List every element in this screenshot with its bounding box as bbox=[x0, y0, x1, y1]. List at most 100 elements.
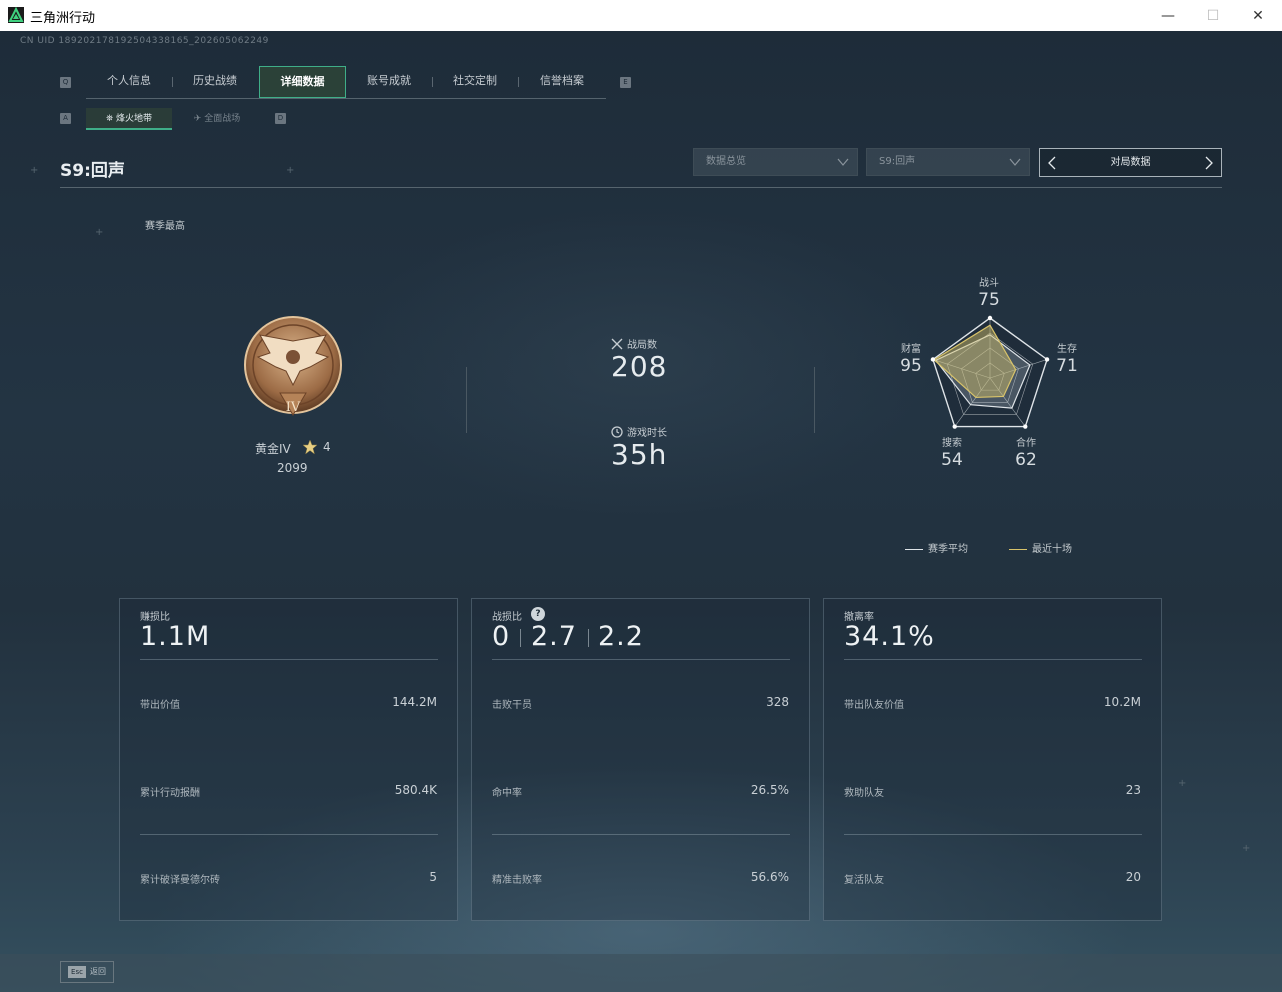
radar-value-search: 54 bbox=[941, 450, 963, 470]
row-value: 5 bbox=[429, 870, 437, 884]
tab-history[interactable]: 历史战绩 bbox=[172, 66, 258, 98]
legend-recent: 最近十场 bbox=[1009, 540, 1072, 555]
minimize-button[interactable]: — bbox=[1145, 0, 1191, 31]
card-divider bbox=[844, 659, 1142, 660]
user-uid: CN UID 189202178192504338165_20260506224… bbox=[20, 36, 269, 46]
card-divider bbox=[140, 659, 438, 660]
kd-card: 战损比 ? 0 2.7 2.2 击败干员 328 命中率 26.5% 精准击败率… bbox=[471, 598, 810, 921]
matches-value: 208 bbox=[611, 350, 668, 383]
radar-value-wealth: 95 bbox=[900, 356, 922, 376]
card-divider bbox=[140, 834, 438, 835]
match-data-button[interactable]: 对局数据 bbox=[1039, 148, 1222, 177]
radar-label-teamwork: 合作 bbox=[1016, 438, 1036, 449]
tab-social[interactable]: 社交定制 bbox=[432, 66, 518, 98]
tab-next-key[interactable]: E bbox=[620, 77, 631, 88]
back-button[interactable]: Esc 返回 bbox=[60, 961, 114, 983]
radar-vertex-dot bbox=[952, 424, 957, 429]
dropdown-value: 数据总览 bbox=[706, 156, 746, 167]
radar-label-wealth: 财富 bbox=[901, 344, 921, 355]
bottom-bar: Esc 返回 bbox=[0, 954, 1282, 992]
subtab-prev-key[interactable]: A bbox=[60, 113, 71, 124]
subtab-extraction[interactable]: ⛯ 烽火地带 bbox=[86, 108, 172, 130]
row-label: 带出队友价值 bbox=[844, 700, 904, 711]
help-icon[interactable]: ? bbox=[531, 607, 545, 621]
close-button[interactable]: ✕ bbox=[1235, 0, 1281, 31]
row-value: 26.5% bbox=[750, 783, 789, 797]
tab-reputation[interactable]: 信誉档案 bbox=[518, 66, 606, 98]
crossed-swords-icon bbox=[611, 338, 623, 350]
decor-cross: + bbox=[30, 165, 39, 176]
esc-key: Esc bbox=[68, 966, 86, 978]
tab-personal-info[interactable]: 个人信息 bbox=[86, 66, 172, 98]
row-value: 10.2M bbox=[1103, 695, 1141, 709]
window-title: 三角洲行动 bbox=[30, 11, 96, 26]
rank-badge-icon: IV bbox=[244, 316, 342, 416]
radar-value-teamwork: 62 bbox=[1015, 450, 1037, 470]
card-big-value: 1.1M bbox=[140, 621, 211, 652]
subtab-label: 烽火地带 bbox=[116, 114, 153, 124]
row-value: 56.6% bbox=[750, 870, 789, 884]
clock-icon bbox=[611, 426, 623, 438]
star-icon bbox=[302, 439, 318, 455]
radar-vertex-dot bbox=[1023, 424, 1028, 429]
main-tabs: 个人信息 历史战绩 详细数据 账号成就 社交定制 信誉档案 bbox=[86, 66, 606, 99]
divider bbox=[466, 367, 467, 433]
subtab-warfare[interactable]: ✈ 全面战场 bbox=[174, 108, 260, 130]
radar-chart bbox=[930, 315, 1050, 429]
tab-prev-key[interactable]: Q bbox=[60, 77, 71, 88]
chevron-right-icon[interactable] bbox=[1203, 156, 1215, 170]
value-separator bbox=[520, 629, 521, 647]
background-decoration bbox=[28, 45, 50, 91]
radar-vertex-dot bbox=[987, 315, 993, 321]
subtab-label: 全面战场 bbox=[204, 114, 241, 124]
row-label: 累计破译曼德尔砖 bbox=[140, 875, 220, 886]
kd-value-2: 2.7 bbox=[531, 621, 577, 652]
extraction-icon: ⛯ bbox=[105, 114, 117, 124]
rank-star-count: 4 bbox=[323, 440, 331, 454]
tab-detailed-data[interactable]: 详细数据 bbox=[259, 66, 346, 98]
radar-value-combat: 75 bbox=[978, 290, 1000, 310]
radar-vertex-dot bbox=[930, 357, 936, 362]
legend-label: 赛季平均 bbox=[928, 544, 968, 555]
svg-text:IV: IV bbox=[286, 400, 301, 415]
profit-card: 赚损比 1.1M 带出价值 144.2M 累计行动报酬 580.4K 累计破译曼… bbox=[119, 598, 458, 921]
app-logo-icon bbox=[8, 7, 24, 23]
window-titlebar: 三角洲行动 — ☐ ✕ bbox=[0, 0, 1282, 32]
subtab-next-key[interactable]: D bbox=[275, 113, 286, 124]
season-title: S9:回声 bbox=[60, 161, 125, 181]
legend-line bbox=[905, 548, 923, 550]
playtime-value: 35h bbox=[611, 438, 668, 471]
legend-season-avg: 赛季平均 bbox=[905, 540, 968, 555]
playtime-label: 游戏时长 bbox=[627, 428, 667, 439]
card-divider bbox=[492, 659, 790, 660]
radar-label-combat: 战斗 bbox=[979, 278, 999, 289]
tab-achievements[interactable]: 账号成就 bbox=[346, 66, 432, 98]
card-divider bbox=[492, 834, 790, 835]
kd-value-1: 0 bbox=[492, 621, 511, 652]
data-type-dropdown[interactable]: 数据总览 bbox=[693, 148, 858, 176]
season-dropdown[interactable]: S9:回声 bbox=[866, 148, 1030, 176]
dropdown-value: S9:回声 bbox=[879, 156, 916, 167]
row-value: 23 bbox=[1125, 783, 1141, 797]
decor-cross: + bbox=[1242, 843, 1251, 854]
radar-label-search: 搜索 bbox=[942, 438, 962, 449]
row-label: 精准击败率 bbox=[492, 875, 542, 886]
rank-score: 2099 bbox=[277, 461, 308, 475]
value-separator bbox=[588, 629, 589, 647]
row-label: 复活队友 bbox=[844, 875, 884, 886]
match-data-label: 对局数据 bbox=[1110, 157, 1151, 168]
chevron-down-icon bbox=[1009, 158, 1021, 166]
maximize-button[interactable]: ☐ bbox=[1190, 0, 1236, 31]
radar-value-survival: 71 bbox=[1056, 356, 1078, 376]
row-value: 328 bbox=[766, 695, 789, 709]
row-label: 累计行动报酬 bbox=[140, 788, 200, 799]
kd-value-3: 2.2 bbox=[598, 621, 644, 652]
card-divider bbox=[844, 834, 1142, 835]
row-value: 580.4K bbox=[394, 783, 437, 797]
rank-name: 黄金IV bbox=[255, 442, 291, 456]
warfare-icon: ✈ bbox=[193, 114, 205, 124]
chevron-down-icon bbox=[837, 158, 849, 166]
legend-label: 最近十场 bbox=[1032, 544, 1072, 555]
header-divider bbox=[60, 187, 1222, 188]
card-big-value: 34.1% bbox=[844, 621, 935, 652]
